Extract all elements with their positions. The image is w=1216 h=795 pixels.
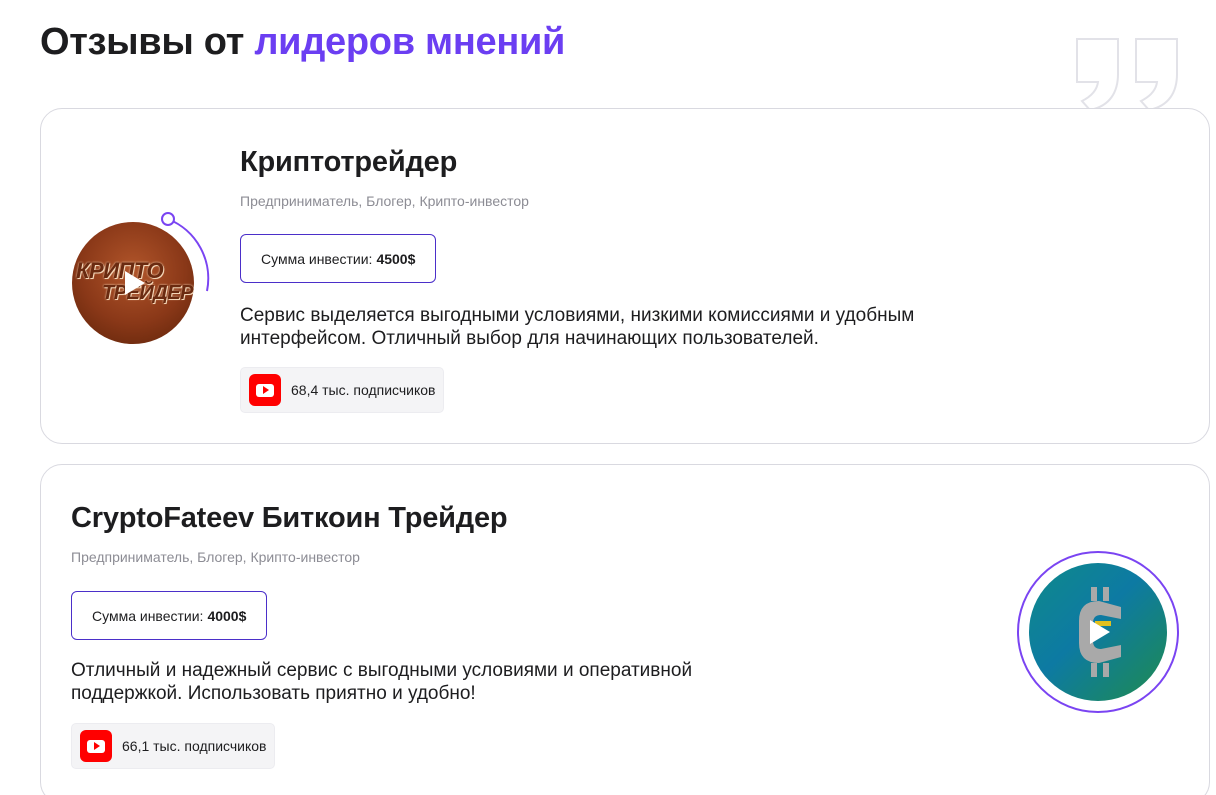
subscribers-badge[interactable]: 66,1 тыс. подписчиков [71,723,276,769]
subscribers-count: 68,4 тыс. подписчиков [291,382,436,398]
youtube-icon [80,730,112,762]
review-card: CryptoFateev Биткоин Трейдер Предпринима… [40,464,1210,795]
investment-value: 4000$ [207,607,247,624]
reviewer-name: CryptoFateev Биткоин Трейдер [71,502,508,534]
reviewer-roles: Предприниматель, Блогер, Крипто-инвестор [240,193,529,209]
investment-value: 4500$ [376,250,416,267]
section-title: Отзывы от лидеров мнений [40,20,565,64]
investment-label: Сумма инвестии: [92,607,204,624]
avatar-text-1: КРИПТО [76,258,164,283]
play-icon [125,271,145,295]
reviewer-name: Криптотрейдер [240,146,458,178]
investment-badge: Сумма инвестии: 4000$ [71,591,268,640]
avatar-text-2: ТРЕЙДЕР [102,282,193,304]
review-text: Сервис выделяется выгодными условиями, н… [240,305,915,349]
section-title-prefix: Отзывы от [40,21,245,63]
quote-marks-icon [1076,38,1178,112]
avatar-image [1029,563,1167,701]
investment-badge: Сумма инвестии: 4500$ [240,234,437,283]
avatar-image: КРИПТО ТРЕЙДЕР [72,222,194,344]
video-avatar[interactable] [1017,551,1179,713]
review-text: Отличный и надежный сервис с выгодными у… [71,660,693,704]
subscribers-badge[interactable]: 68,4 тыс. подписчиков [240,367,445,413]
reviewer-roles: Предприниматель, Блогер, Крипто-инвестор [71,549,360,565]
play-icon [1090,620,1110,644]
subscribers-count: 66,1 тыс. подписчиков [122,738,267,754]
section-title-accent: лидеров мнений [254,21,566,63]
youtube-icon [249,374,281,406]
review-card: КРИПТО ТРЕЙДЕР Криптотрейдер Предпринима… [40,108,1210,444]
investment-label: Сумма инвестии: [261,250,373,267]
video-avatar[interactable]: КРИПТО ТРЕЙДЕР [69,205,211,347]
